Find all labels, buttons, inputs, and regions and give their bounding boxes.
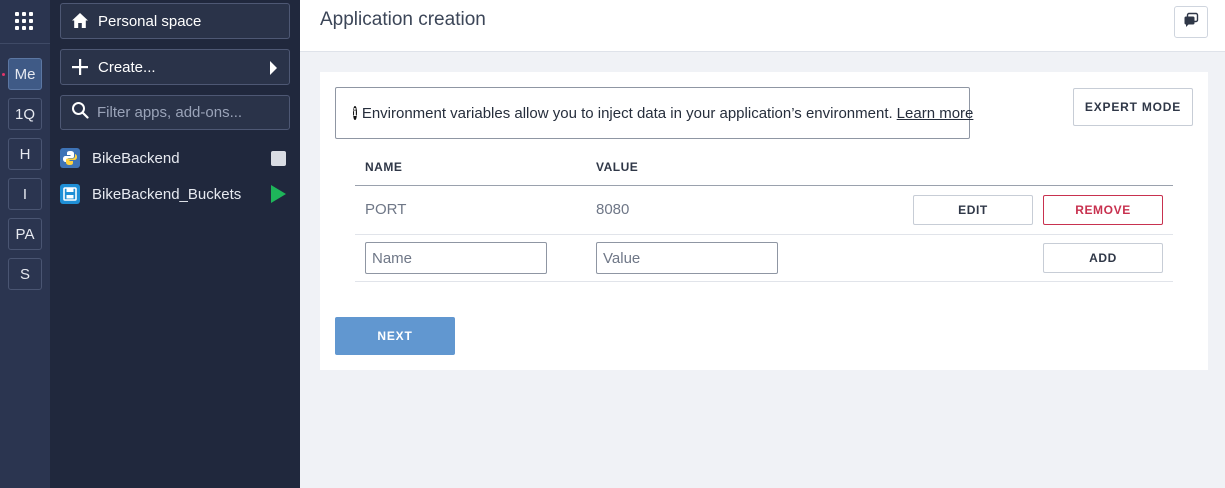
value-input[interactable] <box>596 242 778 274</box>
org-h[interactable]: H <box>8 138 42 170</box>
info-icon: i <box>353 106 357 120</box>
app-name: BikeBackend <box>92 149 180 167</box>
row-divider <box>355 234 1173 235</box>
filter-box <box>60 95 290 130</box>
console-toggle-button[interactable] <box>1174 6 1208 38</box>
learn-more-link[interactable]: Learn more <box>897 105 974 122</box>
sidebar: Personal space Create... BikeBackend Bik… <box>50 0 300 488</box>
stopped-status-icon <box>271 151 286 166</box>
app-name: BikeBackend_Buckets <box>92 185 242 203</box>
header-divider <box>355 185 1173 186</box>
personal-space-button[interactable]: Personal space <box>60 3 290 39</box>
search-icon <box>71 101 89 124</box>
name-input[interactable] <box>365 242 547 274</box>
personal-space-label: Personal space <box>98 12 202 30</box>
home-icon <box>71 12 89 30</box>
apps-grid-icon[interactable] <box>15 12 33 30</box>
column-header-value: VALUE <box>596 160 639 174</box>
plus-icon <box>71 58 89 76</box>
python-icon <box>60 148 80 168</box>
running-status-icon <box>271 185 286 203</box>
org-s[interactable]: S <box>8 258 42 290</box>
next-button[interactable]: NEXT <box>335 317 455 355</box>
app-item-bikebackend-buckets[interactable]: BikeBackend_Buckets <box>60 181 290 207</box>
remove-button[interactable]: REMOVE <box>1043 195 1163 225</box>
create-label: Create... <box>98 58 156 76</box>
chat-bubbles-icon <box>1183 12 1199 33</box>
env-var-name: PORT <box>365 201 407 218</box>
env-var-value: 8080 <box>596 201 630 218</box>
org-i[interactable]: I <box>8 178 42 210</box>
add-button[interactable]: ADD <box>1043 243 1163 273</box>
bucket-icon <box>60 184 80 204</box>
organisation-rail: Me 1Q H I PA S <box>0 0 50 488</box>
info-text: Environment variables allow you to injec… <box>361 104 893 122</box>
page-title: Application creation <box>320 9 486 30</box>
org-me[interactable]: Me <box>8 58 42 90</box>
app-item-bikebackend[interactable]: BikeBackend <box>60 145 290 171</box>
top-bar: Application creation <box>300 0 1225 52</box>
org-1q[interactable]: 1Q <box>8 98 42 130</box>
row-divider <box>355 281 1173 282</box>
info-message: i Environment variables allow you to inj… <box>335 87 973 139</box>
column-header-name: NAME <box>365 160 403 174</box>
edit-button[interactable]: EDIT <box>913 195 1033 225</box>
notification-dot <box>2 73 5 76</box>
environment-variables-card: i Environment variables allow you to inj… <box>320 72 1208 370</box>
filter-input[interactable] <box>97 104 287 121</box>
chevron-right-icon <box>270 61 277 75</box>
org-pa[interactable]: PA <box>8 218 42 250</box>
rail-divider <box>0 43 50 44</box>
expert-mode-button[interactable]: EXPERT MODE <box>1073 88 1193 126</box>
create-button[interactable]: Create... <box>60 49 290 85</box>
